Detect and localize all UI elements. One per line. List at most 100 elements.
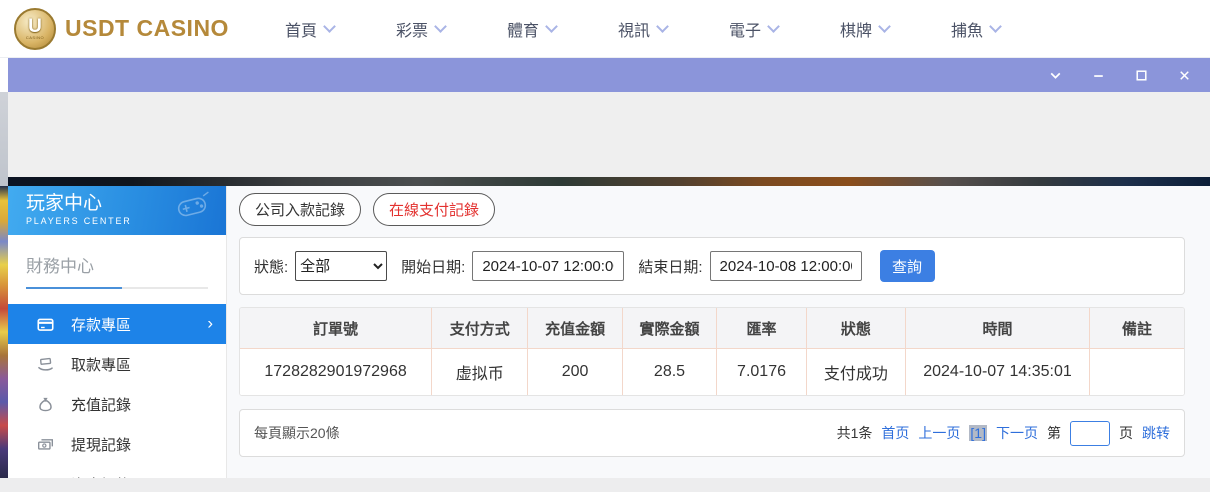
content-area: 公司入款記錄在線支付記錄 狀態: 全部 開始日期: 結束日期: 查詢 訂單號支付…: [227, 186, 1210, 478]
status-label: 狀態:: [254, 258, 289, 276]
start-date-label: 開始日期:: [401, 258, 466, 276]
chevron-down-icon: [434, 20, 447, 33]
background-edge: [0, 186, 8, 478]
next-page-link[interactable]: 下一页: [996, 423, 1038, 443]
cell-r0-c2: 200: [527, 348, 623, 395]
logo-letter: U: [28, 15, 42, 37]
cell-r0-c1: 虚拟币: [431, 348, 528, 395]
sidebar-section: 財務中心: [8, 235, 226, 289]
jump-button[interactable]: 跳转: [1142, 423, 1170, 443]
sidebar-item-0[interactable]: 存款專區 ›: [8, 304, 226, 344]
nav-item-3[interactable]: 視訊: [618, 17, 669, 41]
cell-r0-c3: 28.5: [621, 348, 717, 395]
nav-item-label: 彩票: [395, 22, 428, 40]
close-icon[interactable]: [1176, 67, 1192, 83]
table-row: 1728282901972968 虚拟币 200 28.5 7.0176 支付成功 2024…: [240, 348, 1184, 395]
nav-item-1[interactable]: 彩票: [395, 17, 447, 41]
moneybag-icon: [37, 396, 54, 413]
chevron-down-icon: [878, 20, 891, 33]
jump-suffix-label: 页: [1119, 425, 1133, 441]
col-header-7: 備註: [1089, 308, 1184, 349]
col-header-6: 時間: [904, 308, 1090, 349]
nav-item-label: 棋牌: [840, 22, 873, 40]
section-title: 財務中心: [26, 257, 94, 276]
records-table: 訂單號 支付方式 充值金額 實際金額 匯率 狀態 時間 備註 1728282901972968…: [240, 308, 1184, 395]
status-select[interactable]: 全部: [295, 251, 388, 281]
sidebar-item-4[interactable]: 資金記錄: [8, 464, 226, 478]
nav-item-5[interactable]: 棋牌: [840, 17, 891, 41]
pager: 共1条 首页 上一页 [1] 下一页 第 页 跳转: [836, 420, 1170, 446]
nav-items: 首頁 彩票 體育 視訊 電子 棋牌 捕魚: [284, 17, 1002, 41]
record-tabs: 公司入款記錄 在線支付記錄: [239, 193, 1185, 226]
nav-item-label: 電子: [729, 22, 762, 40]
withdraw-money-icon: [37, 356, 54, 373]
current-page-indicator: [1]: [969, 425, 987, 441]
tab-0[interactable]: 公司入款記錄: [239, 193, 362, 226]
chevron-down-icon[interactable]: [1047, 67, 1063, 83]
prev-page-link[interactable]: 上一页: [918, 423, 960, 443]
pagination-panel: 每頁顯示20條 共1条 首页 上一页 [1] 下一页 第 页 跳转: [239, 409, 1185, 457]
col-header-1: 支付方式: [431, 308, 528, 349]
sidebar-item-2[interactable]: 充值記錄: [8, 384, 226, 424]
nav-item-2[interactable]: 體育: [506, 17, 558, 41]
sidebar: 玩家中心 PLAYERS CENTER 財務中心 存款專區 › 取款專區充值記錄提現…: [8, 186, 227, 478]
sidebar-item-1[interactable]: 取款專區: [8, 344, 226, 384]
cell-r0-c0: 1728282901972968: [240, 348, 432, 395]
chevron-down-icon: [989, 20, 1002, 33]
main-area: 玩家中心 PLAYERS CENTER 財務中心 存款專區 › 取款專區充值記錄提現…: [8, 186, 1210, 478]
window-body-area: [8, 92, 1210, 177]
col-header-0: 訂單號: [240, 308, 432, 349]
nav-item-label: 視訊: [618, 22, 651, 40]
sidebar-item-label: 存款專區: [71, 316, 132, 334]
end-date-label: 結束日期:: [638, 258, 703, 276]
nav-item-label: 首頁: [284, 22, 317, 40]
top-navbar: U CASINO USDT CASINO 首頁 彩票 體育 視訊 電子 棋牌 捕魚: [0, 0, 1210, 58]
chevron-down-icon: [767, 20, 780, 33]
chevron-down-icon: [656, 20, 669, 33]
logo-badge-text: CASINO: [25, 34, 45, 40]
col-header-3: 實際金額: [621, 308, 717, 349]
banknotes-icon: [37, 436, 54, 453]
nav-item-label: 體育: [506, 22, 539, 40]
end-date-input[interactable]: [709, 251, 862, 281]
maximize-icon[interactable]: [1133, 67, 1149, 83]
search-button[interactable]: 查詢: [879, 250, 935, 282]
cell-r0-c7: [1089, 348, 1184, 395]
cell-r0-c4: 7.0176: [716, 348, 807, 395]
background-edge-top: [0, 92, 8, 186]
total-count-text: 共1条: [836, 425, 873, 441]
sidebar-item-3[interactable]: 提現記錄: [8, 424, 226, 464]
cell-r0-c5: 支付成功: [805, 348, 906, 395]
chevron-down-icon: [545, 20, 558, 33]
section-underline: [26, 287, 208, 289]
nav-item-6[interactable]: 捕魚: [951, 17, 1002, 41]
first-page-link[interactable]: 首页: [881, 423, 909, 443]
start-date-input[interactable]: [472, 251, 625, 281]
cell-r0-c6: 2024-10-07 14:35:01: [904, 348, 1090, 395]
banner-edge-strip: [8, 177, 1210, 186]
col-header-4: 匯率: [716, 308, 807, 349]
nav-item-0[interactable]: 首頁: [284, 17, 336, 41]
chevron-down-icon: [323, 20, 336, 33]
page: U CASINO USDT CASINO 首頁 彩票 體育 視訊 電子 棋牌 捕魚 玩家中心…: [0, 0, 1210, 492]
table-header-row: 訂單號 支付方式 充值金額 實際金額 匯率 狀態 時間 備註: [240, 308, 1184, 349]
window-titlebar: [8, 58, 1210, 92]
tab-1[interactable]: 在線支付記錄: [373, 193, 496, 226]
usdt-coin-icon: U CASINO: [14, 7, 56, 50]
bank-card-icon: [37, 316, 54, 333]
players-center-banner: 玩家中心 PLAYERS CENTER: [8, 186, 226, 235]
sidebar-item-label: 取款專區: [71, 356, 132, 374]
filter-panel: 狀態: 全部 開始日期: 結束日期: 查詢: [239, 237, 1185, 295]
minimize-icon[interactable]: [1090, 67, 1106, 83]
page-size-text: 每頁顯示20條: [254, 425, 340, 441]
col-header-5: 狀態: [805, 308, 906, 349]
records-table-wrap: 訂單號 支付方式 充值金額 實際金額 匯率 狀態 時間 備註 1728282901972968…: [239, 307, 1185, 396]
sidebar-item-label: 提現記錄: [71, 436, 132, 454]
chevron-right-icon: ›: [207, 313, 213, 333]
page-jump-input[interactable]: [1070, 420, 1110, 446]
table-body: 1728282901972968 虚拟币 200 28.5 7.0176 支付成功 2024…: [240, 348, 1184, 395]
nav-item-4[interactable]: 電子: [729, 17, 780, 41]
site-logo[interactable]: U CASINO USDT CASINO: [14, 7, 229, 50]
jump-prefix-label: 第: [1047, 425, 1061, 441]
bottom-strip: [0, 478, 1210, 492]
